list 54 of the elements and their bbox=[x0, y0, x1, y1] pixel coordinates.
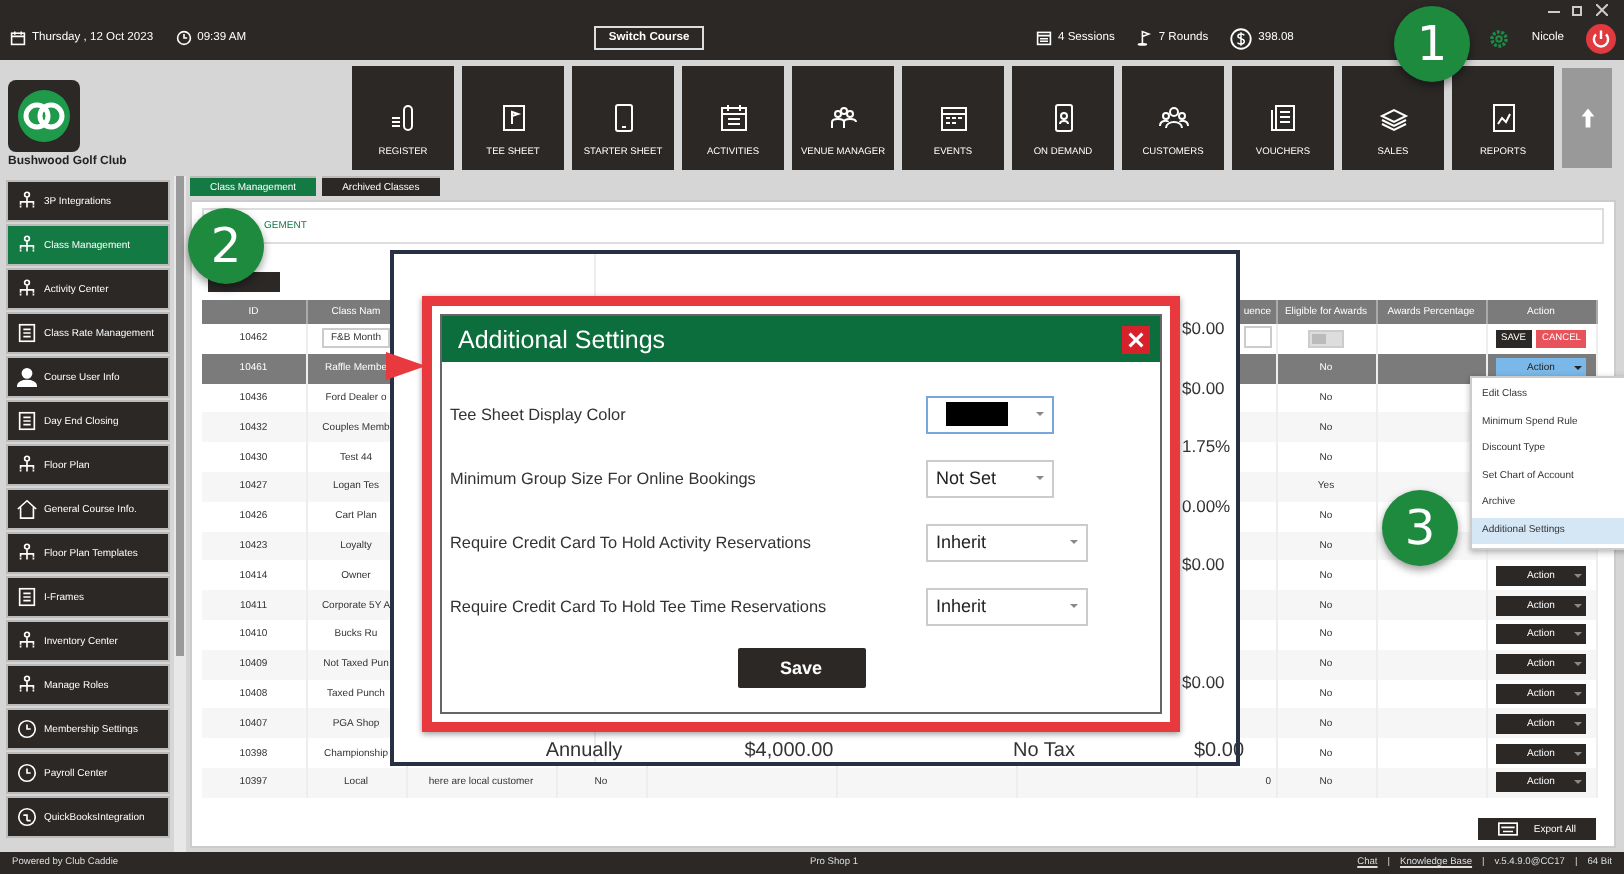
clock-icon bbox=[175, 30, 192, 46]
scrollbar-thumb[interactable] bbox=[176, 176, 184, 656]
people-icon bbox=[1157, 102, 1189, 134]
house-icon bbox=[16, 498, 38, 520]
circle-logo-icon bbox=[16, 806, 38, 828]
document-icon bbox=[1267, 102, 1299, 134]
amount-text: $0.00 bbox=[1182, 318, 1225, 338]
calendar-icon bbox=[937, 102, 969, 134]
dropdown[interactable]: Inherit bbox=[926, 587, 1088, 625]
flag-board-icon bbox=[497, 102, 529, 134]
close-icon[interactable] bbox=[1596, 4, 1608, 16]
field-label: Require Credit Card To Hold Activity Reservations bbox=[450, 533, 814, 551]
power-button-icon[interactable] bbox=[1586, 23, 1617, 53]
close-icon bbox=[1128, 331, 1144, 347]
table-cell-text: Annually bbox=[543, 740, 625, 762]
up-arrow-icon bbox=[1579, 106, 1595, 130]
chart-icon bbox=[1487, 102, 1519, 134]
document-icon bbox=[16, 322, 38, 344]
table-cell-text: $4,000.00 bbox=[742, 740, 836, 762]
color-picker[interactable] bbox=[926, 395, 1054, 433]
settings-icon[interactable] bbox=[1487, 27, 1510, 49]
amount-text: 0.00% bbox=[1182, 495, 1231, 515]
clock-icon bbox=[16, 762, 38, 784]
dollar-icon bbox=[1230, 27, 1253, 49]
amount-text: $0.00 bbox=[1182, 377, 1225, 397]
org-chart-icon bbox=[16, 542, 38, 564]
calendar-icon bbox=[1035, 30, 1052, 46]
save-button[interactable]: Save bbox=[737, 648, 865, 688]
checklist-icon bbox=[717, 102, 749, 134]
people-group-icon bbox=[827, 102, 859, 134]
org-chart-icon bbox=[16, 278, 38, 300]
amount-text: $0.00 bbox=[1182, 672, 1225, 692]
caret-icon bbox=[1036, 412, 1044, 420]
amount-text: 1.75% bbox=[1182, 436, 1231, 456]
dialog-title: Additional Settings bbox=[458, 325, 666, 353]
scanner-icon bbox=[387, 102, 419, 134]
table-cell-text: No Tax bbox=[1011, 740, 1077, 762]
keyboard-icon bbox=[1497, 822, 1518, 836]
person-icon bbox=[16, 366, 38, 388]
field-label: Tee Sheet Display Color bbox=[450, 405, 628, 423]
org-chart-icon bbox=[16, 674, 38, 696]
awards-toggle[interactable] bbox=[1308, 329, 1344, 348]
golf-flag-icon bbox=[1136, 30, 1153, 46]
dropdown[interactable]: Not Set bbox=[926, 459, 1054, 497]
club-logo-icon bbox=[8, 80, 80, 152]
close-button[interactable] bbox=[1122, 325, 1150, 353]
amount-text: $0.00 bbox=[1182, 554, 1225, 574]
org-chart-icon bbox=[16, 454, 38, 476]
sequence-field[interactable] bbox=[1243, 325, 1271, 348]
calendar-icon bbox=[10, 30, 26, 46]
field-label: Require Credit Card To Hold Tee Time Reservations bbox=[450, 597, 829, 615]
field-label: Minimum Group Size For Online Bookings bbox=[450, 469, 758, 487]
restore-icon[interactable] bbox=[1572, 4, 1584, 16]
dropdown[interactable]: Inherit bbox=[926, 523, 1088, 561]
